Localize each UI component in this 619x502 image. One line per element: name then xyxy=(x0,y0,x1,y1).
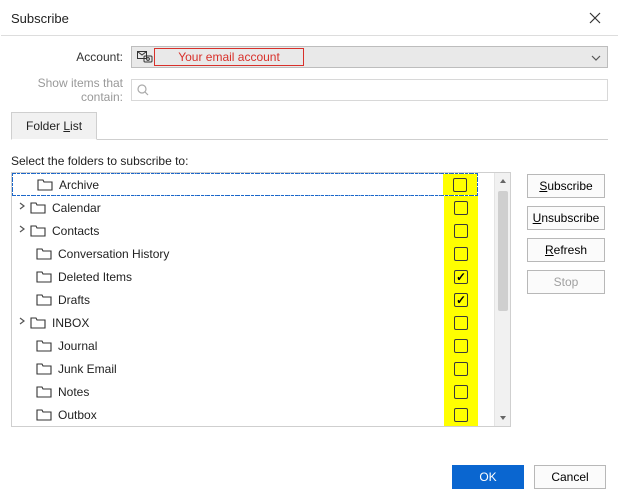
ok-button[interactable]: OK xyxy=(452,465,524,489)
folder-label: Calendar xyxy=(50,201,444,215)
filter-input[interactable] xyxy=(131,79,608,101)
folder-icon xyxy=(36,408,52,422)
folder-label: Conversation History xyxy=(56,247,444,261)
folder-icon xyxy=(30,224,46,238)
filter-label: Show items that contain: xyxy=(11,76,131,104)
subscribe-checkbox-zone xyxy=(444,265,478,288)
folder-row[interactable]: Calendar xyxy=(12,196,478,219)
subscribe-checkbox-zone xyxy=(443,174,477,195)
subscribe-checkbox[interactable] xyxy=(454,270,468,284)
folder-row[interactable]: Deleted Items xyxy=(12,265,478,288)
unsubscribe-button[interactable]: Unsubscribe xyxy=(527,206,605,230)
folder-icon xyxy=(36,339,52,353)
folder-row[interactable]: Junk Email xyxy=(12,357,478,380)
dialog-footer: OK Cancel xyxy=(1,451,618,499)
folder-row[interactable]: Contacts xyxy=(12,219,478,242)
tab-folder-list[interactable]: Folder List xyxy=(11,112,97,140)
l: efresh xyxy=(554,243,587,257)
scroll-thumb[interactable] xyxy=(498,191,508,311)
folder-icon xyxy=(37,178,53,192)
folder-tree: Archive Calendar Contacts Conversation Hist… xyxy=(11,172,511,427)
stop-button: Stop xyxy=(527,270,605,294)
subscribe-checkbox[interactable] xyxy=(454,362,468,376)
scroll-down-button[interactable] xyxy=(495,410,510,426)
subscribe-checkbox[interactable] xyxy=(454,293,468,307)
folder-row[interactable]: Notes xyxy=(12,380,478,403)
subscribe-checkbox-zone xyxy=(444,380,478,403)
l: ubscribe xyxy=(547,179,592,193)
subscribe-checkbox[interactable] xyxy=(454,408,468,422)
subscribe-checkbox[interactable] xyxy=(454,385,468,399)
subscribe-checkbox[interactable] xyxy=(453,178,467,192)
folder-row[interactable]: Drafts xyxy=(12,288,478,311)
subscribe-checkbox-zone xyxy=(444,242,478,265)
folder-label: INBOX xyxy=(50,316,444,330)
account-label: Account: xyxy=(11,50,131,64)
chevron-down-icon xyxy=(591,50,601,64)
subscribe-checkbox-zone xyxy=(444,311,478,334)
folder-row[interactable]: Outbox xyxy=(12,403,478,426)
account-placeholder-overlay: Your email account xyxy=(154,48,304,66)
refresh-button[interactable]: Refresh xyxy=(527,238,605,262)
folder-label: Deleted Items xyxy=(56,270,444,284)
expand-toggle[interactable] xyxy=(12,202,26,213)
vertical-scrollbar[interactable] xyxy=(494,173,510,426)
scroll-track[interactable] xyxy=(498,189,508,410)
subscribe-button[interactable]: Subscribe xyxy=(527,174,605,198)
l: nsubscribe xyxy=(541,211,599,225)
folder-icon xyxy=(36,270,52,284)
folder-icon xyxy=(36,385,52,399)
expand-toggle[interactable] xyxy=(12,317,26,328)
folder-label: Archive xyxy=(57,178,443,192)
folder-label: Contacts xyxy=(50,224,444,238)
title-bar: Subscribe xyxy=(1,1,618,36)
folder-icon xyxy=(36,247,52,261)
search-icon xyxy=(136,83,150,97)
folder-icon xyxy=(30,316,46,330)
subscribe-checkbox-zone xyxy=(444,219,478,242)
subscribe-checkbox-zone xyxy=(444,334,478,357)
folder-label: Notes xyxy=(56,385,444,399)
folder-label: Junk Email xyxy=(56,362,444,376)
folder-icon xyxy=(30,201,46,215)
subscribe-checkbox-zone xyxy=(444,403,478,426)
cancel-button[interactable]: Cancel xyxy=(534,465,606,489)
window-title: Subscribe xyxy=(11,11,69,26)
folder-label: Drafts xyxy=(56,293,444,307)
folder-label: Outbox xyxy=(56,408,444,422)
l: Stop xyxy=(554,275,579,289)
expand-toggle[interactable] xyxy=(12,225,26,236)
folder-row[interactable]: Journal xyxy=(12,334,478,357)
subscribe-checkbox-zone xyxy=(444,288,478,311)
subscribe-checkbox[interactable] xyxy=(454,316,468,330)
subscribe-checkbox[interactable] xyxy=(454,201,468,215)
folder-row[interactable]: Archive xyxy=(12,173,478,196)
subscribe-checkbox[interactable] xyxy=(454,339,468,353)
account-dropdown[interactable]: Your email account xyxy=(131,46,608,68)
subscribe-checkbox[interactable] xyxy=(454,247,468,261)
subscribe-checkbox[interactable] xyxy=(454,224,468,238)
scroll-up-button[interactable] xyxy=(495,173,510,189)
close-button[interactable] xyxy=(580,7,610,29)
folder-row[interactable]: INBOX xyxy=(12,311,478,334)
tab-bar: Folder List xyxy=(11,112,608,140)
folder-label: Journal xyxy=(56,339,444,353)
folder-icon xyxy=(36,293,52,307)
subscribe-checkbox-zone xyxy=(444,196,478,219)
mailbox-icon xyxy=(136,50,154,64)
folder-icon xyxy=(36,362,52,376)
subscribe-checkbox-zone xyxy=(444,357,478,380)
instruction-label: Select the folders to subscribe to: xyxy=(11,154,608,168)
close-icon xyxy=(589,12,601,24)
folder-row[interactable]: Conversation History xyxy=(12,242,478,265)
